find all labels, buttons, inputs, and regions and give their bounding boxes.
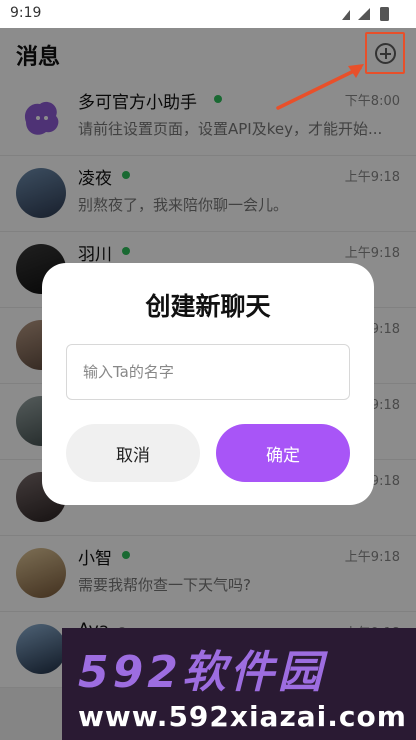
cancel-button[interactable]: 取消 (66, 424, 200, 482)
watermark-logo: 592软件园 (78, 647, 326, 698)
status-bar: 9:19 (0, 0, 416, 28)
create-chat-dialog: 创建新聊天 取消 确定 (42, 263, 374, 505)
signal-icon (342, 10, 350, 20)
battery-icon (380, 7, 389, 21)
status-time: 9:19 (10, 5, 42, 21)
dialog-title: 创建新聊天 (145, 292, 271, 321)
watermark-url: www.592xiazai.com (78, 700, 407, 733)
name-input[interactable] (66, 344, 350, 400)
confirm-button[interactable]: 确定 (216, 424, 350, 482)
status-icons (342, 7, 389, 21)
wifi-icon (358, 8, 370, 20)
annotation-arrow-icon (276, 64, 364, 110)
watermark-banner: 592软件园 www.592xiazai.com (62, 628, 416, 740)
